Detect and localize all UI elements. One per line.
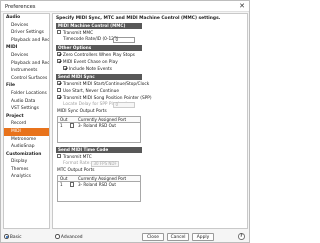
table-row[interactable]: 1 3- Roland RSD Out <box>58 182 140 188</box>
transmit-spp-label: Transmit MIDI Song Position Pointer (SPP… <box>62 95 152 101</box>
sidebar-item[interactable]: Display <box>4 158 49 166</box>
include-notes-checkbox[interactable]: Include Note Events <box>63 66 112 72</box>
include-notes-box[interactable] <box>63 66 68 71</box>
table-row[interactable]: 1 3- Roland RSD Out <box>58 123 140 129</box>
section-header-other: Other Options <box>56 45 142 51</box>
transmit-mtc-label: Transmit MTC <box>62 154 92 160</box>
include-notes-label: Include Note Events <box>68 66 112 72</box>
event-chase-label: MIDI Event Chase on Play <box>62 59 118 65</box>
zero-controllers-label: Zero Controllers When Play Stops <box>62 52 135 58</box>
transmit-mtc-box[interactable] <box>57 154 62 159</box>
sidebar-item[interactable]: Control Surfaces <box>4 75 49 83</box>
timecode-rate-input[interactable]: 0 <box>113 37 135 43</box>
section-header-mtc: Send MIDI Time Code <box>56 147 142 153</box>
zero-controllers-checkbox[interactable]: Zero Controllers When Play Stops <box>57 52 135 58</box>
mtc-ports-table: Out Currently Assigned Port 1 3- Roland … <box>57 175 141 202</box>
sidebar-item[interactable]: Audio Data <box>4 98 49 106</box>
sync-row-number: 1 <box>60 122 63 128</box>
basic-radio-label: Basic <box>9 234 22 240</box>
advanced-radio-label: Advanced <box>60 234 83 240</box>
sidebar-item[interactable]: Metronome <box>4 136 49 144</box>
window-title: Preferences <box>5 3 36 10</box>
transmit-mmc-label: Transmit MMC <box>62 30 94 36</box>
midi-settings-panel: Specify MIDI Sync, MTC and MIDI Machine … <box>52 13 248 229</box>
close-button[interactable]: Close <box>142 232 164 241</box>
sidebar-group-header[interactable]: Project <box>4 113 49 121</box>
panel-description: Specify MIDI Sync, MTC and MIDI Machine … <box>56 16 221 21</box>
advanced-radio[interactable]: Advanced <box>55 234 83 240</box>
title-bar: Preferences ✕ <box>1 1 249 12</box>
transmit-clock-label: Transmit MIDI Start/Continue/Stop/Clock <box>62 81 150 87</box>
sidebar-group-header[interactable]: File <box>4 82 49 90</box>
apply-button[interactable]: Apply <box>192 232 214 241</box>
sync-row-port: 3- Roland RSD Out <box>78 122 117 128</box>
close-icon[interactable]: ✕ <box>239 2 245 10</box>
sidebar-item[interactable]: Record <box>4 120 49 128</box>
basic-radio[interactable]: Basic <box>4 234 22 240</box>
section-header-mmc: MIDI Machine Control (MMC) <box>56 23 142 29</box>
cancel-button[interactable]: Cancel <box>167 232 189 241</box>
sync-ports-table: Out Currently Assigned Port 1 3- Roland … <box>57 116 141 143</box>
sidebar-item[interactable]: MIDI <box>4 127 49 136</box>
event-chase-box[interactable] <box>57 59 62 64</box>
sidebar-item[interactable]: Playback and Recording <box>4 60 49 68</box>
advanced-radio-dot[interactable] <box>55 234 60 239</box>
sidebar-item[interactable]: Driver Settings <box>4 29 49 37</box>
transmit-mtc-checkbox[interactable]: Transmit MTC <box>57 154 92 160</box>
sidebar-item[interactable]: Playback and Recording <box>4 37 49 45</box>
sidebar-item[interactable]: Themes <box>4 166 49 174</box>
sidebar-item[interactable]: Analytics <box>4 173 49 181</box>
use-start-checkbox[interactable]: Use Start, Never Continue <box>57 88 119 94</box>
help-icon[interactable]: ? <box>238 233 245 240</box>
sync-ports-label: MIDI Sync Output Ports <box>57 109 107 114</box>
section-header-sync: Send MIDI Sync <box>56 74 142 80</box>
sidebar-item[interactable]: Devices <box>4 22 49 30</box>
timecode-rate-label: Timecode Rate/ID (0-127): <box>63 37 120 42</box>
use-start-box[interactable] <box>57 88 62 93</box>
sidebar-group-header[interactable]: Audio <box>4 14 49 22</box>
mtc-row-checkbox[interactable] <box>70 182 75 187</box>
format-rate-label: Format Rate: <box>63 161 91 166</box>
transmit-mmc-box[interactable] <box>57 30 62 35</box>
mtc-ports-label: MTC Output Ports <box>57 168 95 173</box>
preferences-window: Preferences ✕ Audio Devices Driver Setting… <box>0 0 250 243</box>
sidebar-item[interactable]: VST Settings <box>4 105 49 113</box>
transmit-clock-box[interactable] <box>57 81 62 86</box>
sync-row-checkbox[interactable] <box>70 123 75 128</box>
sidebar-item[interactable]: Instruments <box>4 67 49 75</box>
event-chase-checkbox[interactable]: MIDI Event Chase on Play <box>57 59 118 65</box>
use-start-label: Use Start, Never Continue <box>62 88 120 94</box>
transmit-clock-checkbox[interactable]: Transmit MIDI Start/Continue/Stop/Clock <box>57 81 149 87</box>
sidebar-item[interactable]: Devices <box>4 52 49 60</box>
basic-radio-dot[interactable] <box>4 234 9 239</box>
zero-controllers-box[interactable] <box>57 52 62 57</box>
transmit-mmc-checkbox[interactable]: Transmit MMC <box>57 30 93 36</box>
sidebar-item[interactable]: AudioSnap <box>4 143 49 151</box>
transmit-spp-box[interactable] <box>57 95 62 100</box>
mtc-row-number: 1 <box>60 181 63 187</box>
format-rate-select[interactable]: 30 FPS NDF <box>91 161 119 167</box>
sidebar-group-header[interactable]: Customization <box>4 151 49 159</box>
sidebar-item[interactable]: Folder Locations <box>4 90 49 98</box>
mtc-row-port: 3- Roland RSD Out <box>78 181 117 187</box>
spp-delay-input[interactable]: 0 <box>113 102 135 108</box>
sidebar-group-header[interactable]: MIDI <box>4 44 49 52</box>
dialog-footer: Basic Advanced Close Cancel Apply ? <box>1 230 249 243</box>
transmit-spp-checkbox[interactable]: Transmit MIDI Song Position Pointer (SPP… <box>57 95 152 101</box>
preferences-sidebar: Audio Devices Driver Settings Playback and … <box>3 13 50 229</box>
